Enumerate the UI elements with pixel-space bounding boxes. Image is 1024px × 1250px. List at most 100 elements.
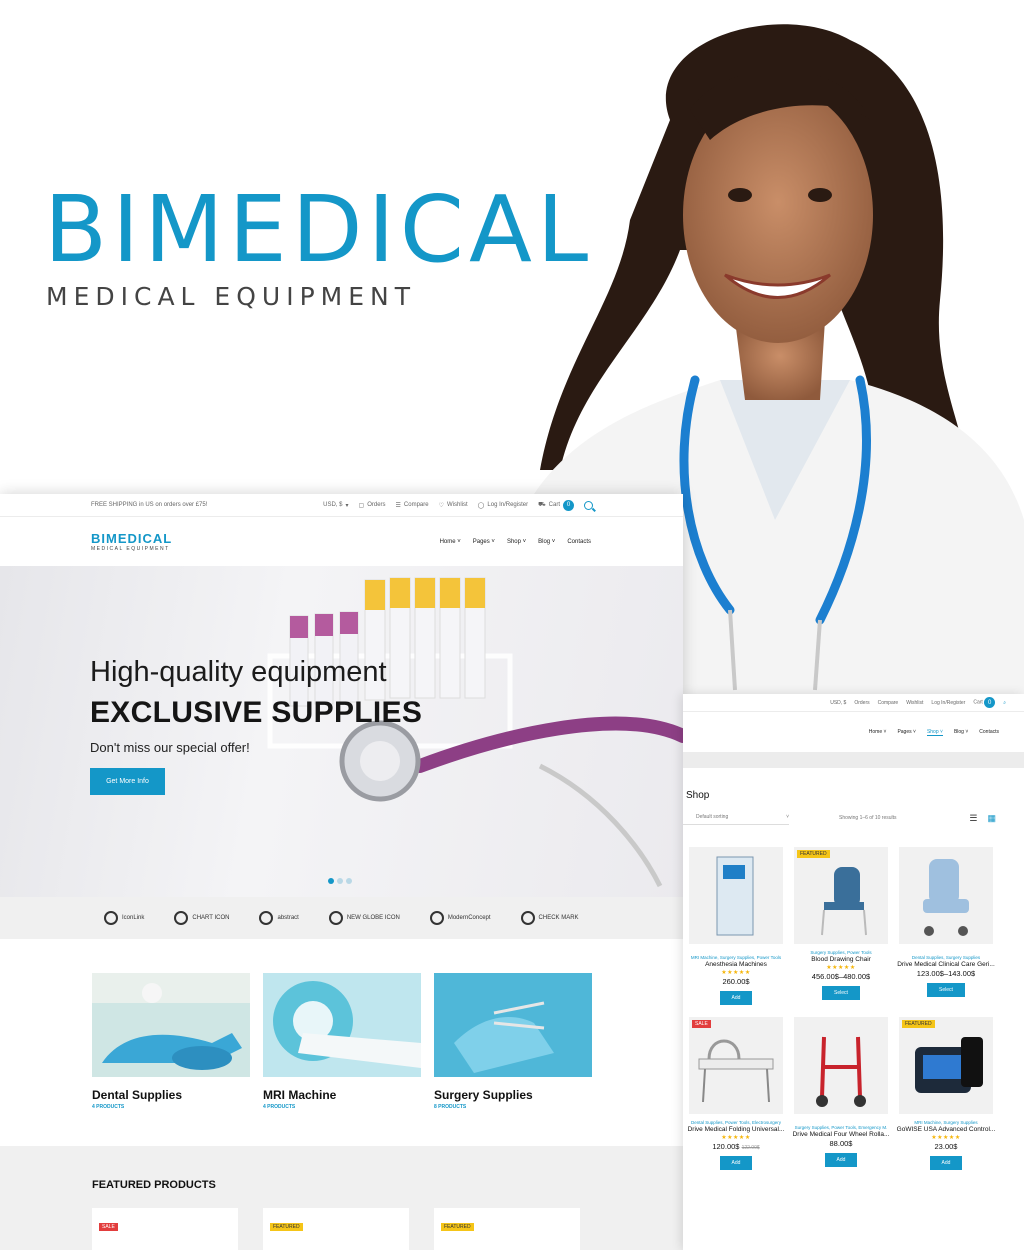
featured-badge: FEATURED xyxy=(441,1223,474,1231)
featured-card[interactable]: SALE xyxy=(92,1208,238,1250)
heart-icon: ♡ xyxy=(438,502,444,509)
select-options-button[interactable]: Select xyxy=(822,986,860,1000)
brand-logo[interactable]: ModernConcept xyxy=(429,911,491,925)
currency-selector[interactable]: USD, $ xyxy=(830,700,846,706)
brand-name: abstract xyxy=(277,915,299,921)
sort-select[interactable]: Default sorting ˅ xyxy=(683,811,789,825)
homepage-mockup: FREE SHIPPING in US on orders over £75! … xyxy=(0,494,683,1250)
category-card[interactable]: Dental Supplies 4 PRODUCTS xyxy=(92,973,250,1146)
wishlist-link[interactable]: Wishlist xyxy=(906,700,923,706)
select-options-button[interactable]: Select xyxy=(927,983,965,997)
product-name[interactable]: Drive Medical Folding Universal... xyxy=(686,1126,786,1133)
compare-link[interactable]: Compare xyxy=(878,700,899,706)
login-link[interactable]: ◯ Log In/Register xyxy=(478,502,528,509)
brand-logo[interactable]: NEW GLOBE ICON xyxy=(328,911,400,925)
hero-slider: High-quality equipment EXCLUSIVE SUPPLIE… xyxy=(0,566,683,897)
featured-badge: FEATURED xyxy=(270,1223,303,1231)
product-price: 260.00$ xyxy=(722,977,750,986)
slider-dot[interactable] xyxy=(337,878,343,884)
header: BIMEDICAL MEDICAL EQUIPMENT Home ˅ Pages… xyxy=(0,517,683,566)
category-card[interactable]: MRI Machine 4 PRODUCTS xyxy=(263,973,421,1146)
cart-label: Cart xyxy=(973,699,983,706)
product-card[interactable]: MRI Machine, Surgery Supplies, Power Too… xyxy=(686,847,786,1005)
get-more-info-button[interactable]: Get More Info xyxy=(90,768,165,795)
nav-shop[interactable]: Shop ˅ xyxy=(926,728,943,736)
search-icon[interactable] xyxy=(584,500,593,510)
brand-mark-icon xyxy=(429,911,444,925)
brand-logo[interactable]: IconLink xyxy=(104,911,144,925)
nav-home[interactable]: Home ˅ xyxy=(440,539,461,545)
product-card[interactable]: Dental Supplies, Surgery Supplies Drive … xyxy=(896,847,996,1005)
product-price: 456.00$–480.00$ xyxy=(811,972,871,981)
brand-title: BIMEDICAL xyxy=(44,176,594,283)
add-to-cart-button[interactable]: Add xyxy=(824,1153,858,1167)
nav-label: Shop xyxy=(926,728,939,735)
nav-blog[interactable]: Blog ˅ xyxy=(538,539,555,545)
nav-shop[interactable]: Shop ˅ xyxy=(507,539,526,545)
login-link[interactable]: Log In/Register xyxy=(931,700,965,706)
product-name[interactable]: Drive Medical Four Wheel Rolla... xyxy=(791,1131,891,1138)
hero-image xyxy=(267,577,683,888)
category-count: 8 PRODUCTS xyxy=(434,1104,467,1110)
wishlist-link[interactable]: ♡ Wishlist xyxy=(439,502,468,509)
category-card[interactable]: Surgery Supplies 8 PRODUCTS xyxy=(434,973,592,1146)
cart-link[interactable]: ⛟ Cart 0 xyxy=(538,499,574,511)
product-card[interactable]: SALE Dental Supplies, Power Tools, Elect… xyxy=(686,1017,786,1170)
sale-badge: SALE xyxy=(99,1223,118,1231)
product-name[interactable]: Drive Medical Clinical Care Geri... xyxy=(896,961,996,968)
nav-blog[interactable]: Blog ˅ xyxy=(954,729,968,735)
nav-label: Pages xyxy=(472,538,490,545)
product-rating: ★★★★★ xyxy=(721,1135,751,1141)
nav-pages[interactable]: Pages ˅ xyxy=(897,729,916,735)
product-name[interactable]: GoWISE USA Advanced Control... xyxy=(896,1126,996,1133)
main-nav: Home ˅ Pages ˅ Shop ˅ Blog ˅ Contacts xyxy=(440,539,591,545)
featured-badge: FEATURED xyxy=(797,850,830,858)
search-icon[interactable]: ⌕ xyxy=(1003,700,1006,706)
logo[interactable]: BIMEDICAL MEDICAL EQUIPMENT xyxy=(91,531,440,552)
orders-label: Orders xyxy=(367,502,386,508)
slider-dot[interactable] xyxy=(328,878,334,884)
product-card[interactable]: FEATURED Surgery Supplies, Power Tools B… xyxy=(791,847,891,1005)
nav-home[interactable]: Home ˅ xyxy=(869,729,887,735)
nav-contacts[interactable]: Contacts xyxy=(979,729,999,735)
add-to-cart-button[interactable]: Add xyxy=(719,991,753,1005)
product-price: 123.00$–143.00$ xyxy=(916,969,976,978)
add-to-cart-button[interactable]: Add xyxy=(929,1156,963,1170)
product-categories: Dental Supplies, Surgery Supplies xyxy=(911,955,981,960)
product-rating: ★★★★★ xyxy=(721,970,751,976)
slider-dots[interactable] xyxy=(328,878,352,884)
shipping-notice: FREE SHIPPING in US on orders over £75! xyxy=(91,502,208,508)
currency-selector[interactable]: USD, $ ▾ xyxy=(323,502,348,509)
featured-card[interactable]: FEATURED xyxy=(434,1208,580,1250)
product-name[interactable]: Anesthesia Machines xyxy=(686,961,786,968)
product-card[interactable]: FEATURED MRI Machine, Surgery Supplies G… xyxy=(896,1017,996,1170)
product-card[interactable]: Surgery Supplies, Power Tools, Emergency… xyxy=(791,1017,891,1170)
compare-icon: ☰ xyxy=(395,502,401,509)
nav-pages[interactable]: Pages ˅ xyxy=(473,539,495,545)
product-categories: Surgery Supplies, Power Tools xyxy=(810,950,872,955)
old-price: 122.00$ xyxy=(741,1145,760,1151)
orders-link[interactable]: ▢ Orders xyxy=(359,502,386,509)
product-rating: ★★★★★ xyxy=(931,1135,961,1141)
logo-name: BIMEDICAL xyxy=(91,531,173,546)
brand-logo[interactable]: CHART ICON xyxy=(174,911,229,925)
shop-toolbar: Default sorting ˅ Showing 1–6 of 10 resu… xyxy=(683,811,1024,825)
product-price: 120.00$ 122.00$ xyxy=(686,1142,786,1151)
orders-link[interactable]: Orders xyxy=(854,700,869,706)
product-categories: MRI Machine, Surgery Supplies, Power Too… xyxy=(690,955,782,960)
cart-link[interactable]: Cart 0 xyxy=(973,697,996,708)
slider-dot[interactable] xyxy=(346,878,352,884)
add-to-cart-button[interactable]: Add xyxy=(719,1156,753,1170)
nav-contacts[interactable]: Contacts xyxy=(567,539,591,545)
brand-mark-icon xyxy=(259,911,274,925)
featured-card[interactable]: FEATURED xyxy=(263,1208,409,1250)
compare-link[interactable]: ☰ Compare xyxy=(396,502,429,509)
brand-logo[interactable]: CHECK MARK xyxy=(520,911,579,925)
chevron-down-icon: ˅ xyxy=(786,814,789,820)
grid-view-icon[interactable]: ▦ xyxy=(987,813,996,824)
list-view-icon[interactable]: ☰ xyxy=(969,813,977,824)
blood-pressure-monitor-image xyxy=(915,1037,983,1093)
brand-logo[interactable]: abstract xyxy=(259,911,299,925)
product-name[interactable]: Blood Drawing Chair xyxy=(791,956,891,963)
brand-name: NEW GLOBE ICON xyxy=(346,915,400,921)
